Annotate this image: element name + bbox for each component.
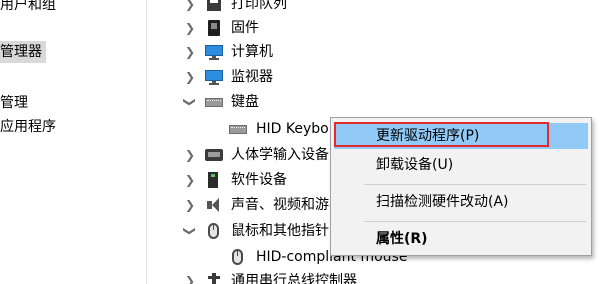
chevron-right-icon[interactable]: ❯ — [183, 143, 197, 167]
chevron-right-icon[interactable]: ❯ — [183, 40, 197, 64]
tree-item-label: 通用串行总线控制器 — [231, 273, 357, 284]
keyboard-device-icon — [229, 121, 247, 137]
menu-item-label: 属性(R) — [376, 231, 428, 247]
tree-item-label: 键盘 — [231, 94, 259, 110]
menu-separator — [364, 184, 586, 185]
tree-item-label: 计算机 — [231, 44, 273, 60]
tree-item-label: 软件设备 — [231, 172, 287, 188]
tree-item-label: 人体学输入设备 — [231, 147, 329, 163]
usb-icon — [205, 273, 223, 284]
computer-icon — [205, 44, 223, 60]
hid-icon — [205, 147, 223, 163]
chevron-right-icon[interactable]: ❯ — [183, 0, 197, 16]
chevron-right-icon[interactable]: ❯ — [183, 168, 197, 192]
tree-item-label: 监视器 — [231, 69, 273, 85]
tree-item-label: HID Keybo — [256, 121, 329, 137]
menu-item-uninstall-device[interactable]: 卸载设备(U) — [334, 152, 588, 178]
menu-item-label: 扫描检测硬件改动(A) — [376, 194, 509, 210]
chevron-down-icon[interactable]: ❯ — [178, 224, 202, 238]
menu-item-label: 卸载设备(U) — [376, 157, 454, 173]
mouse-icon — [205, 223, 223, 239]
mouse-device-icon — [229, 249, 247, 265]
monitor-icon — [205, 69, 223, 85]
menu-item-properties[interactable]: 属性(R) — [334, 226, 588, 252]
menu-item-update-driver[interactable]: 更新驱动程序(P) — [334, 123, 588, 149]
keyboard-icon — [205, 94, 223, 110]
tree-item-label: 声音、视频和游 — [231, 197, 329, 213]
tree-item-firmware[interactable]: ❯ 固件 — [0, 16, 600, 40]
chevron-right-icon[interactable]: ❯ — [183, 65, 197, 89]
tree-item-keyboards[interactable]: ❯ 键盘 — [0, 90, 600, 114]
printer-icon — [205, 0, 223, 12]
tree-item-label: 固件 — [231, 20, 259, 36]
device-manager-window: 地用户和组 能 备管理器 盘管理 和应用程序 ❯ 打印队列 ❯ 固件 ❯ 计算机… — [0, 0, 600, 284]
tree-item-label: 打印队列 — [231, 0, 287, 12]
tree-item-usb-controllers[interactable]: ❯ 通用串行总线控制器 — [0, 269, 600, 284]
software-device-icon — [205, 172, 223, 188]
tree-item-computer[interactable]: ❯ 计算机 — [0, 40, 600, 64]
chevron-right-icon[interactable]: ❯ — [183, 269, 197, 284]
tree-item-label: 鼠标和其他指针 — [231, 223, 329, 239]
menu-separator — [364, 221, 586, 222]
chevron-right-icon[interactable]: ❯ — [183, 16, 197, 40]
firmware-icon — [205, 20, 223, 36]
tree-item-monitors[interactable]: ❯ 监视器 — [0, 65, 600, 89]
chevron-down-icon[interactable]: ❯ — [178, 95, 202, 109]
menu-item-scan-hardware-changes[interactable]: 扫描检测硬件改动(A) — [334, 189, 588, 215]
chevron-right-icon[interactable]: ❯ — [183, 193, 197, 217]
context-menu: 更新驱动程序(P) 卸载设备(U) 扫描检测硬件改动(A) 属性(R) — [330, 117, 592, 256]
menu-item-label: 更新驱动程序(P) — [376, 128, 480, 144]
tree-item-print-queues[interactable]: ❯ 打印队列 — [0, 0, 600, 16]
speaker-icon — [205, 197, 223, 213]
